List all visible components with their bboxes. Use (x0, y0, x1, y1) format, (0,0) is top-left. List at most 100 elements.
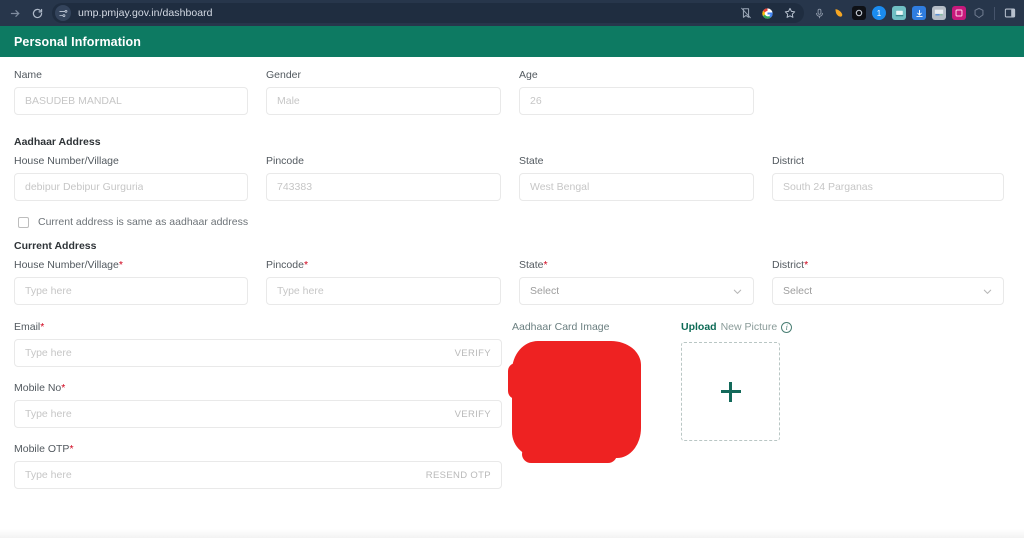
current-state-select[interactable]: Select (519, 277, 754, 305)
field-group-aadhaar-pincode: Pincode 743383 (266, 155, 519, 201)
forward-button[interactable] (4, 2, 26, 24)
aadhaar-address-row: House Number/Village debipur Debipur Gur… (14, 155, 1010, 201)
url-text: ump.pmjay.gov.in/dashboard (78, 7, 213, 19)
age-input[interactable]: 26 (519, 87, 754, 115)
required-marker: * (61, 382, 66, 394)
field-group-email: Email* Type here VERIFY (14, 321, 502, 367)
field-group-current-state: State* Select (519, 259, 772, 305)
info-extension-icon[interactable]: 1 (872, 6, 886, 20)
chevron-down-icon[interactable] (982, 286, 993, 297)
aadhaar-state-value: West Bengal (530, 181, 590, 193)
pentagon-extension-icon[interactable] (972, 6, 986, 20)
upload-picture-block: Upload New Picture i (668, 321, 793, 489)
contact-and-media-row: Email* Type here VERIFY Mobile No* Type … (14, 321, 1010, 489)
teal-extension-icon[interactable] (892, 6, 906, 20)
download-extension-icon[interactable] (912, 6, 926, 20)
aadhaar-card-image-block: Aadhaar Card Image (502, 321, 668, 489)
gender-input-value: Male (277, 95, 300, 107)
label-current-district-text: District (772, 259, 805, 271)
personal-information-form: Name BASUDEB MANDAL Gender Male Age 26 A… (0, 57, 1024, 538)
aadhaar-house-value: debipur Debipur Gurguria (25, 181, 144, 193)
dark-extension-icon[interactable] (852, 6, 866, 20)
required-marker: * (40, 321, 45, 333)
label-gender: Gender (266, 69, 302, 81)
grammar-extension-icon[interactable] (932, 6, 946, 20)
label-mobile: Mobile No* (14, 382, 502, 394)
current-pincode-input[interactable]: Type here (266, 277, 501, 305)
page-header-bar: Personal Information (0, 26, 1024, 57)
google-lens-icon[interactable] (761, 7, 774, 20)
field-group-name: Name BASUDEB MANDAL (14, 69, 266, 115)
aadhaar-pincode-input[interactable]: 743383 (266, 173, 501, 201)
required-marker: * (804, 259, 809, 271)
label-current-house: House Number/Village* (14, 259, 248, 271)
browser-toolbar: ump.pmjay.gov.in/dashboard 1 (0, 0, 1024, 26)
field-group-aadhaar-state: State West Bengal (519, 155, 772, 201)
basic-info-row: Name BASUDEB MANDAL Gender Male Age 26 (14, 69, 1010, 115)
upload-dropzone[interactable] (681, 342, 780, 441)
chevron-down-icon[interactable] (732, 286, 743, 297)
aadhaar-district-value: South 24 Parganas (783, 181, 873, 193)
bookmark-star-icon[interactable] (783, 7, 796, 20)
mobile-verify-button[interactable]: VERIFY (455, 409, 491, 420)
email-input[interactable]: Type here VERIFY (14, 339, 502, 367)
honey-extension-icon[interactable] (832, 6, 846, 20)
label-aadhaar-card-image: Aadhaar Card Image (512, 321, 610, 333)
side-panel-icon[interactable] (1003, 6, 1017, 20)
aadhaar-card-image-redaction (508, 341, 641, 463)
upload-picture-heading: Upload New Picture i (681, 321, 793, 333)
field-group-current-district: District* Select (772, 259, 1004, 305)
label-aadhaar-house: House Number/Village (14, 155, 119, 167)
required-marker: * (543, 259, 548, 271)
aadhaar-pincode-value: 743383 (277, 181, 313, 193)
aadhaar-district-input[interactable]: South 24 Parganas (772, 173, 1004, 201)
label-current-house-text: House Number/Village (14, 259, 119, 271)
address-bar[interactable]: ump.pmjay.gov.in/dashboard (52, 3, 804, 23)
name-input-value: BASUDEB MANDAL (25, 95, 122, 107)
aadhaar-address-title: Aadhaar Address (14, 136, 101, 148)
microphone-icon[interactable] (812, 6, 826, 20)
upload-strong-text: Upload (681, 321, 717, 333)
current-district-select[interactable]: Select (772, 277, 1004, 305)
contact-fields: Email* Type here VERIFY Mobile No* Type … (14, 321, 502, 489)
reload-button[interactable] (26, 2, 48, 24)
field-group-age: Age 26 (519, 69, 772, 115)
current-house-placeholder: Type here (25, 285, 72, 297)
label-current-pincode-text: Pincode (266, 259, 304, 271)
label-current-pincode: Pincode* (266, 259, 501, 271)
field-group-aadhaar-district: District South 24 Parganas (772, 155, 1004, 201)
gender-input[interactable]: Male (266, 87, 501, 115)
field-group-gender: Gender Male (266, 69, 519, 115)
label-email: Email* (14, 321, 502, 333)
same-address-checkbox[interactable] (18, 216, 29, 228)
label-aadhaar-district: District (772, 155, 805, 167)
label-mobile-text: Mobile No (14, 382, 62, 394)
mobile-input[interactable]: Type here VERIFY (14, 400, 502, 428)
tracking-protection-off-icon[interactable] (739, 7, 752, 20)
aadhaar-state-input[interactable]: West Bengal (519, 173, 754, 201)
current-house-input[interactable]: Type here (14, 277, 248, 305)
otp-input[interactable]: Type here RESEND OTP (14, 461, 502, 489)
required-marker: * (303, 259, 309, 271)
plus-icon[interactable] (720, 381, 741, 402)
tune-sliders-icon[interactable] (55, 5, 71, 21)
field-group-current-pincode: Pincode* Type here (266, 259, 519, 305)
current-state-selected: Select (530, 285, 560, 297)
field-group-otp: Mobile OTP* Type here RESEND OTP (14, 443, 502, 489)
name-input[interactable]: BASUDEB MANDAL (14, 87, 248, 115)
aadhaar-house-input[interactable]: debipur Debipur Gurguria (14, 173, 248, 201)
field-group-spacer (772, 69, 1004, 115)
magenta-extension-icon[interactable] (952, 6, 966, 20)
same-address-label: Current address is same as aadhaar addre… (38, 216, 249, 228)
label-aadhaar-pincode: Pincode (266, 155, 304, 167)
field-group-current-house: House Number/Village* Type here (14, 259, 266, 305)
field-group-aadhaar-house: House Number/Village debipur Debipur Gur… (14, 155, 266, 201)
required-marker: * (69, 443, 74, 455)
same-address-row[interactable]: Current address is same as aadhaar addre… (18, 216, 1010, 228)
info-icon[interactable]: i (781, 321, 793, 333)
resend-otp-button[interactable]: RESEND OTP (426, 470, 491, 481)
current-pincode-placeholder: Type here (277, 285, 324, 297)
current-district-selected: Select (783, 285, 813, 297)
email-verify-button[interactable]: VERIFY (455, 348, 491, 359)
label-otp: Mobile OTP* (14, 443, 502, 455)
